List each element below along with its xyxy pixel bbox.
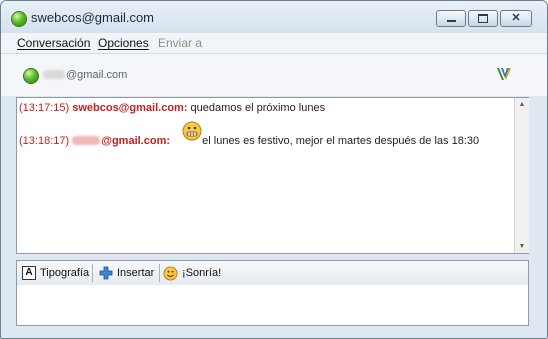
- message-1: (13:17:15) swebcos@gmail.com: quedamos e…: [19, 102, 325, 114]
- contact-header: @gmail.com: [1, 54, 547, 96]
- message-sender: @gmail.com:: [101, 135, 171, 147]
- redacted-name: [43, 70, 65, 79]
- window-title: swebcos@gmail.com: [31, 10, 155, 25]
- menu-conversacion[interactable]: Conversación: [17, 36, 90, 50]
- contact-status-icon: [23, 68, 39, 84]
- font-button-label: Tipografía: [40, 267, 90, 279]
- contact-email: @gmail.com: [43, 69, 127, 81]
- toolbar-divider: [92, 264, 93, 282]
- message-text: quedamos el próximo lunes: [190, 102, 326, 114]
- conversation-scrollbar[interactable]: ▲ ▼: [514, 98, 529, 253]
- font-icon: A: [22, 266, 36, 280]
- plus-icon: [99, 266, 113, 280]
- close-button[interactable]: ✕: [500, 10, 532, 27]
- insert-button-label: Insertar: [117, 267, 155, 279]
- scroll-up-icon[interactable]: ▲: [515, 98, 529, 111]
- message-time: (13:17:15): [19, 102, 70, 114]
- message-2: (13:18:17) @gmail.com: el lunes es festi…: [19, 135, 479, 147]
- grin-emoticon-icon: [182, 121, 202, 141]
- title-bar[interactable]: swebcos@gmail.com ✕: [1, 1, 547, 33]
- smile-button-label: ¡Sonría!: [182, 267, 222, 279]
- minimize-button[interactable]: [436, 10, 466, 27]
- message-sender: swebcos@gmail.com:: [72, 102, 188, 114]
- redacted-sender: [72, 136, 101, 145]
- conversation-history[interactable]: (13:17:15) swebcos@gmail.com: quedamos e…: [16, 97, 529, 254]
- smile-button[interactable]: ¡Sonría!: [163, 261, 221, 285]
- maximize-button[interactable]: [468, 10, 498, 27]
- menu-bar: Conversación Opciones Enviar a: [1, 33, 547, 54]
- message-text: el lunes es festivo, mejor el martes des…: [202, 135, 480, 147]
- menu-opciones[interactable]: Opciones: [98, 36, 149, 50]
- chat-window: swebcos@gmail.com ✕ Conversación Opcione…: [0, 0, 548, 339]
- messenger-v-logo-icon[interactable]: [495, 65, 513, 83]
- font-button[interactable]: A Tipografía: [22, 261, 89, 285]
- insert-button[interactable]: Insertar: [99, 261, 154, 285]
- toolbar-divider: [159, 264, 160, 282]
- format-toolbar: A Tipografía Insertar ¡Sonría!: [16, 260, 529, 286]
- online-status-icon: [11, 11, 27, 27]
- smiley-icon: [163, 265, 178, 281]
- scroll-down-icon[interactable]: ▼: [515, 240, 529, 253]
- menu-enviar-a: Enviar a: [158, 36, 203, 50]
- message-input[interactable]: [16, 285, 529, 326]
- close-icon: ✕: [511, 12, 521, 24]
- message-time: (13:18:17): [19, 135, 70, 147]
